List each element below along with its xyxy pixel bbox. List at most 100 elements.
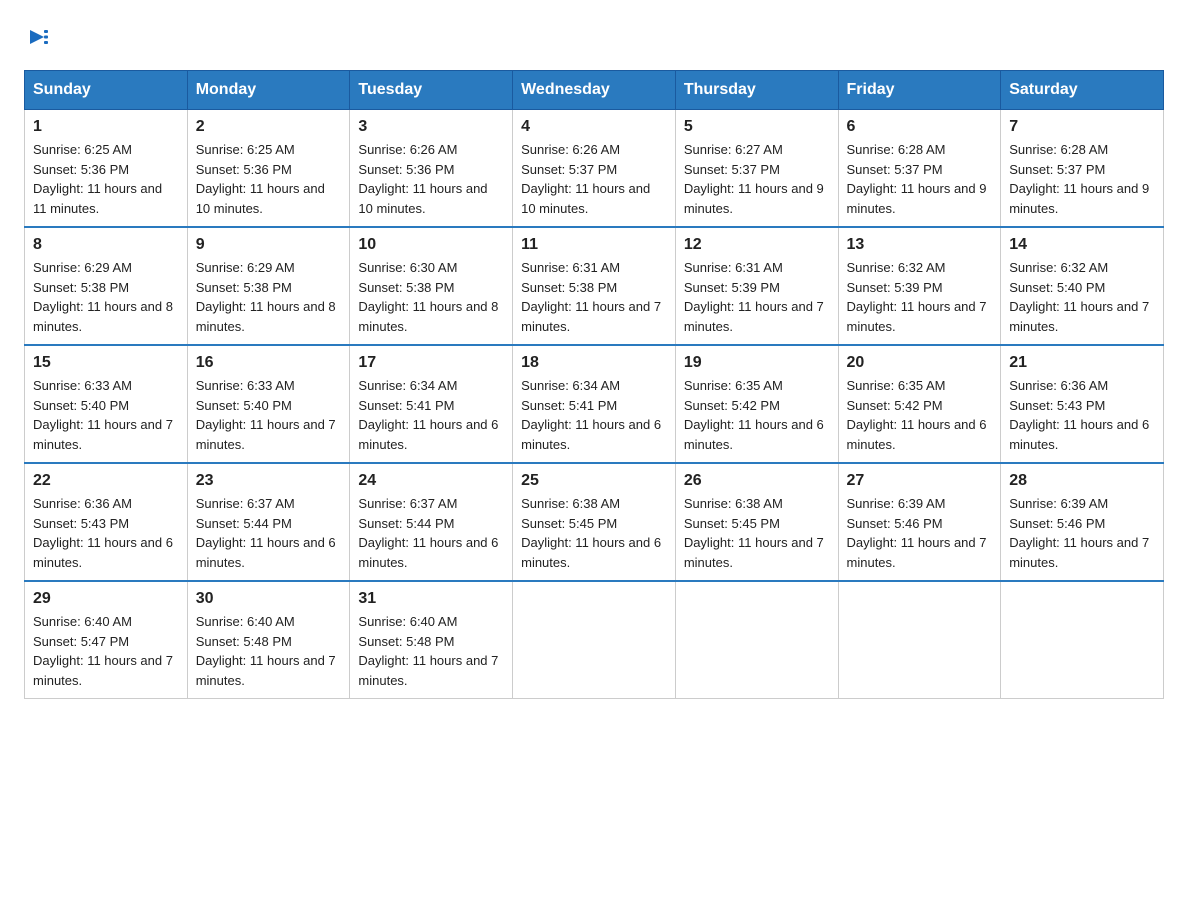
logo-icon <box>28 26 50 48</box>
week-row-4: 22 Sunrise: 6:36 AM Sunset: 5:43 PM Dayl… <box>25 463 1164 581</box>
day-info: Sunrise: 6:35 AM Sunset: 5:42 PM Dayligh… <box>684 376 830 454</box>
day-info: Sunrise: 6:31 AM Sunset: 5:39 PM Dayligh… <box>684 258 830 336</box>
day-info: Sunrise: 6:29 AM Sunset: 5:38 PM Dayligh… <box>33 258 179 336</box>
day-info: Sunrise: 6:37 AM Sunset: 5:44 PM Dayligh… <box>358 494 504 572</box>
day-cell: 30 Sunrise: 6:40 AM Sunset: 5:48 PM Dayl… <box>187 581 350 699</box>
week-row-3: 15 Sunrise: 6:33 AM Sunset: 5:40 PM Dayl… <box>25 345 1164 463</box>
day-info: Sunrise: 6:32 AM Sunset: 5:40 PM Dayligh… <box>1009 258 1155 336</box>
day-number: 8 <box>33 236 179 254</box>
day-header-monday: Monday <box>187 71 350 110</box>
day-info: Sunrise: 6:27 AM Sunset: 5:37 PM Dayligh… <box>684 140 830 218</box>
day-cell: 26 Sunrise: 6:38 AM Sunset: 5:45 PM Dayl… <box>675 463 838 581</box>
day-number: 16 <box>196 354 342 372</box>
day-number: 10 <box>358 236 504 254</box>
day-number: 23 <box>196 472 342 490</box>
day-number: 13 <box>847 236 993 254</box>
day-info: Sunrise: 6:36 AM Sunset: 5:43 PM Dayligh… <box>33 494 179 572</box>
day-info: Sunrise: 6:26 AM Sunset: 5:36 PM Dayligh… <box>358 140 504 218</box>
day-number: 21 <box>1009 354 1155 372</box>
day-number: 14 <box>1009 236 1155 254</box>
day-cell: 29 Sunrise: 6:40 AM Sunset: 5:47 PM Dayl… <box>25 581 188 699</box>
logo <box>24 24 50 50</box>
day-cell: 13 Sunrise: 6:32 AM Sunset: 5:39 PM Dayl… <box>838 227 1001 345</box>
day-cell: 18 Sunrise: 6:34 AM Sunset: 5:41 PM Dayl… <box>513 345 676 463</box>
day-cell: 16 Sunrise: 6:33 AM Sunset: 5:40 PM Dayl… <box>187 345 350 463</box>
day-number: 31 <box>358 590 504 608</box>
day-cell <box>838 581 1001 699</box>
day-number: 25 <box>521 472 667 490</box>
day-cell: 9 Sunrise: 6:29 AM Sunset: 5:38 PM Dayli… <box>187 227 350 345</box>
day-info: Sunrise: 6:37 AM Sunset: 5:44 PM Dayligh… <box>196 494 342 572</box>
day-cell: 24 Sunrise: 6:37 AM Sunset: 5:44 PM Dayl… <box>350 463 513 581</box>
day-cell: 6 Sunrise: 6:28 AM Sunset: 5:37 PM Dayli… <box>838 110 1001 228</box>
day-number: 1 <box>33 118 179 136</box>
day-number: 4 <box>521 118 667 136</box>
header-row: SundayMondayTuesdayWednesdayThursdayFrid… <box>25 71 1164 110</box>
day-info: Sunrise: 6:33 AM Sunset: 5:40 PM Dayligh… <box>33 376 179 454</box>
day-cell: 5 Sunrise: 6:27 AM Sunset: 5:37 PM Dayli… <box>675 110 838 228</box>
week-row-5: 29 Sunrise: 6:40 AM Sunset: 5:47 PM Dayl… <box>25 581 1164 699</box>
day-info: Sunrise: 6:38 AM Sunset: 5:45 PM Dayligh… <box>684 494 830 572</box>
day-cell: 25 Sunrise: 6:38 AM Sunset: 5:45 PM Dayl… <box>513 463 676 581</box>
day-cell: 3 Sunrise: 6:26 AM Sunset: 5:36 PM Dayli… <box>350 110 513 228</box>
day-header-thursday: Thursday <box>675 71 838 110</box>
day-number: 27 <box>847 472 993 490</box>
day-number: 26 <box>684 472 830 490</box>
day-number: 6 <box>847 118 993 136</box>
day-info: Sunrise: 6:30 AM Sunset: 5:38 PM Dayligh… <box>358 258 504 336</box>
week-row-2: 8 Sunrise: 6:29 AM Sunset: 5:38 PM Dayli… <box>25 227 1164 345</box>
day-cell: 22 Sunrise: 6:36 AM Sunset: 5:43 PM Dayl… <box>25 463 188 581</box>
day-info: Sunrise: 6:39 AM Sunset: 5:46 PM Dayligh… <box>1009 494 1155 572</box>
day-cell <box>513 581 676 699</box>
day-cell: 7 Sunrise: 6:28 AM Sunset: 5:37 PM Dayli… <box>1001 110 1164 228</box>
week-row-1: 1 Sunrise: 6:25 AM Sunset: 5:36 PM Dayli… <box>25 110 1164 228</box>
day-number: 18 <box>521 354 667 372</box>
day-cell: 19 Sunrise: 6:35 AM Sunset: 5:42 PM Dayl… <box>675 345 838 463</box>
day-number: 7 <box>1009 118 1155 136</box>
day-cell: 8 Sunrise: 6:29 AM Sunset: 5:38 PM Dayli… <box>25 227 188 345</box>
day-cell: 15 Sunrise: 6:33 AM Sunset: 5:40 PM Dayl… <box>25 345 188 463</box>
day-number: 11 <box>521 236 667 254</box>
day-info: Sunrise: 6:35 AM Sunset: 5:42 PM Dayligh… <box>847 376 993 454</box>
day-cell: 1 Sunrise: 6:25 AM Sunset: 5:36 PM Dayli… <box>25 110 188 228</box>
day-number: 22 <box>33 472 179 490</box>
day-info: Sunrise: 6:25 AM Sunset: 5:36 PM Dayligh… <box>196 140 342 218</box>
day-cell: 14 Sunrise: 6:32 AM Sunset: 5:40 PM Dayl… <box>1001 227 1164 345</box>
day-number: 20 <box>847 354 993 372</box>
day-number: 3 <box>358 118 504 136</box>
day-number: 28 <box>1009 472 1155 490</box>
day-info: Sunrise: 6:38 AM Sunset: 5:45 PM Dayligh… <box>521 494 667 572</box>
day-info: Sunrise: 6:39 AM Sunset: 5:46 PM Dayligh… <box>847 494 993 572</box>
day-number: 12 <box>684 236 830 254</box>
day-number: 9 <box>196 236 342 254</box>
day-cell: 21 Sunrise: 6:36 AM Sunset: 5:43 PM Dayl… <box>1001 345 1164 463</box>
day-cell: 23 Sunrise: 6:37 AM Sunset: 5:44 PM Dayl… <box>187 463 350 581</box>
day-cell <box>675 581 838 699</box>
calendar-table: SundayMondayTuesdayWednesdayThursdayFrid… <box>24 70 1164 699</box>
day-info: Sunrise: 6:40 AM Sunset: 5:48 PM Dayligh… <box>196 612 342 690</box>
day-cell: 4 Sunrise: 6:26 AM Sunset: 5:37 PM Dayli… <box>513 110 676 228</box>
day-cell: 2 Sunrise: 6:25 AM Sunset: 5:36 PM Dayli… <box>187 110 350 228</box>
day-info: Sunrise: 6:32 AM Sunset: 5:39 PM Dayligh… <box>847 258 993 336</box>
day-cell: 31 Sunrise: 6:40 AM Sunset: 5:48 PM Dayl… <box>350 581 513 699</box>
day-info: Sunrise: 6:28 AM Sunset: 5:37 PM Dayligh… <box>847 140 993 218</box>
day-info: Sunrise: 6:31 AM Sunset: 5:38 PM Dayligh… <box>521 258 667 336</box>
day-info: Sunrise: 6:34 AM Sunset: 5:41 PM Dayligh… <box>358 376 504 454</box>
day-info: Sunrise: 6:29 AM Sunset: 5:38 PM Dayligh… <box>196 258 342 336</box>
day-header-wednesday: Wednesday <box>513 71 676 110</box>
day-info: Sunrise: 6:28 AM Sunset: 5:37 PM Dayligh… <box>1009 140 1155 218</box>
day-info: Sunrise: 6:40 AM Sunset: 5:48 PM Dayligh… <box>358 612 504 690</box>
page-header <box>24 24 1164 50</box>
day-cell: 27 Sunrise: 6:39 AM Sunset: 5:46 PM Dayl… <box>838 463 1001 581</box>
day-header-sunday: Sunday <box>25 71 188 110</box>
day-info: Sunrise: 6:33 AM Sunset: 5:40 PM Dayligh… <box>196 376 342 454</box>
day-info: Sunrise: 6:40 AM Sunset: 5:47 PM Dayligh… <box>33 612 179 690</box>
day-cell: 10 Sunrise: 6:30 AM Sunset: 5:38 PM Dayl… <box>350 227 513 345</box>
day-cell: 11 Sunrise: 6:31 AM Sunset: 5:38 PM Dayl… <box>513 227 676 345</box>
day-cell: 20 Sunrise: 6:35 AM Sunset: 5:42 PM Dayl… <box>838 345 1001 463</box>
day-cell: 17 Sunrise: 6:34 AM Sunset: 5:41 PM Dayl… <box>350 345 513 463</box>
day-number: 15 <box>33 354 179 372</box>
day-cell: 12 Sunrise: 6:31 AM Sunset: 5:39 PM Dayl… <box>675 227 838 345</box>
day-number: 2 <box>196 118 342 136</box>
day-header-friday: Friday <box>838 71 1001 110</box>
